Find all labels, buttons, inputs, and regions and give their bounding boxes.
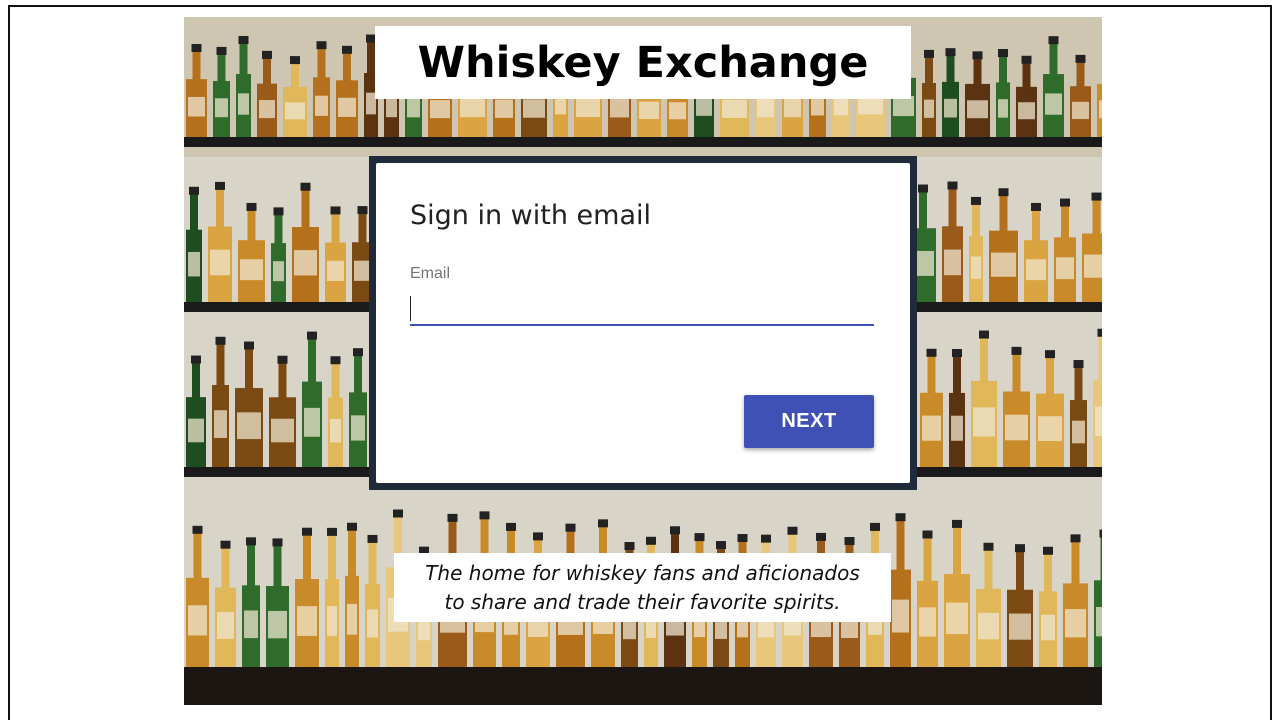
app-title: Whiskey Exchange <box>417 37 869 88</box>
tagline-text: The home for whiskey fans and aficionado… <box>425 560 860 614</box>
email-label: Email <box>410 265 451 282</box>
email-field[interactable] <box>410 291 874 326</box>
tagline-box: The home for whiskey fans and aficionado… <box>394 553 891 622</box>
signin-card: Sign in with email Email NEXT <box>376 163 910 483</box>
next-button[interactable]: NEXT <box>744 395 874 448</box>
title-banner: Whiskey Exchange <box>375 26 911 99</box>
signin-heading: Sign in with email <box>410 200 651 231</box>
text-caret <box>410 296 411 321</box>
